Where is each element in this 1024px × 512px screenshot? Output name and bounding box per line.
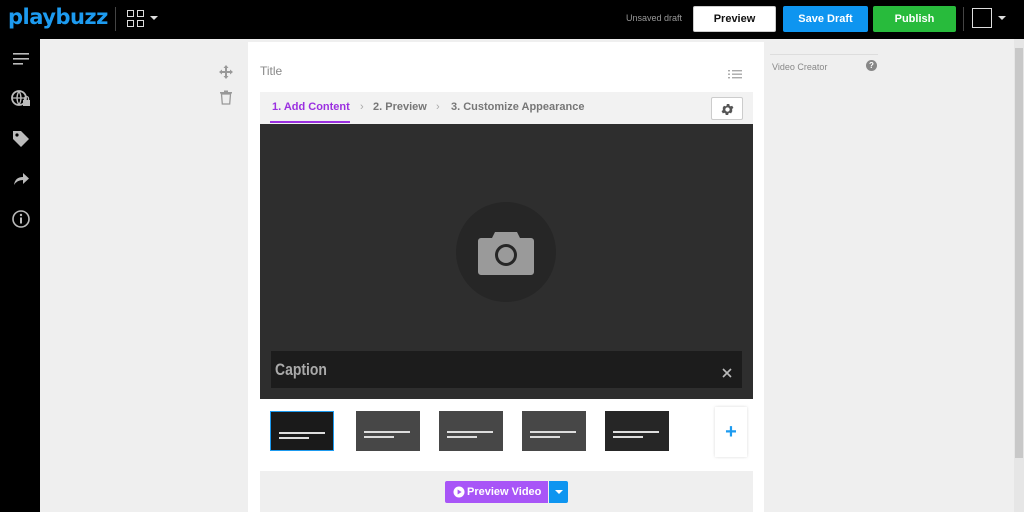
step-separator: › — [436, 101, 440, 113]
media-upload-area[interactable]: Caption — [260, 124, 753, 399]
slide-thumbnail[interactable] — [439, 411, 503, 451]
save-draft-button[interactable]: Save Draft — [783, 6, 868, 32]
toolbar-divider — [115, 7, 116, 31]
tag-icon[interactable] — [10, 128, 32, 150]
gear-icon — [721, 104, 734, 115]
step-preview[interactable]: 2. Preview — [373, 101, 427, 113]
move-icon[interactable] — [218, 64, 234, 85]
draft-status: Unsaved draft — [626, 13, 683, 23]
step-add-content[interactable]: 1. Add Content — [272, 101, 350, 113]
title-input[interactable] — [260, 64, 660, 78]
left-sidebar — [0, 39, 40, 512]
editor-card: 1. Add Content › 2. Preview › 3. Customi… — [248, 42, 764, 512]
trash-icon[interactable] — [219, 90, 233, 110]
slide-thumbnail[interactable] — [356, 411, 420, 451]
chevron-down-icon[interactable] — [998, 16, 1006, 20]
add-slide-button[interactable]: + — [715, 407, 747, 457]
publish-button[interactable]: Publish — [873, 6, 956, 32]
chevron-down-icon — [150, 16, 158, 20]
slide-thumbnail[interactable] — [270, 411, 334, 451]
top-bar: playbuzz Unsaved draft Preview Save Draf… — [0, 0, 1024, 39]
right-panel-divider — [770, 54, 878, 55]
camera-icon — [478, 232, 534, 275]
info-icon[interactable] — [10, 208, 32, 230]
right-panel-title: Video Creator — [772, 62, 828, 72]
slide-thumbnail[interactable] — [605, 411, 669, 451]
step-customize-appearance[interactable]: 3. Customize Appearance — [451, 101, 584, 113]
preview-footer: Preview Video — [260, 471, 753, 512]
preview-video-split-button: Preview Video — [445, 481, 568, 503]
preview-video-label: Preview Video — [467, 486, 542, 498]
slides-strip: + — [260, 399, 753, 471]
upload-media-button[interactable] — [456, 202, 556, 302]
settings-button[interactable] — [711, 97, 743, 120]
steps-bar: 1. Add Content › 2. Preview › 3. Customi… — [260, 92, 753, 124]
play-icon — [453, 486, 465, 498]
playbuzz-logo[interactable]: playbuzz — [8, 5, 108, 29]
slide-thumbnail[interactable] — [522, 411, 586, 451]
caption-input[interactable]: Caption — [275, 360, 327, 380]
close-icon[interactable] — [722, 365, 732, 383]
menu-icon[interactable] — [10, 48, 32, 70]
help-icon[interactable]: ? — [866, 60, 877, 71]
caption-bar: Caption — [271, 351, 742, 388]
scrollbar-thumb[interactable] — [1015, 48, 1023, 458]
globe-lock-icon[interactable] — [10, 88, 32, 110]
apps-grid-button[interactable] — [127, 10, 161, 28]
preview-video-button[interactable]: Preview Video — [445, 481, 548, 503]
preview-video-dropdown[interactable] — [549, 481, 568, 503]
active-step-indicator — [270, 121, 350, 123]
toolbar-divider — [963, 7, 964, 31]
step-separator: › — [360, 101, 364, 113]
preview-button[interactable]: Preview — [693, 6, 776, 32]
share-icon[interactable] — [10, 168, 32, 190]
list-icon[interactable] — [728, 67, 742, 85]
theme-color-swatch[interactable] — [972, 8, 992, 28]
